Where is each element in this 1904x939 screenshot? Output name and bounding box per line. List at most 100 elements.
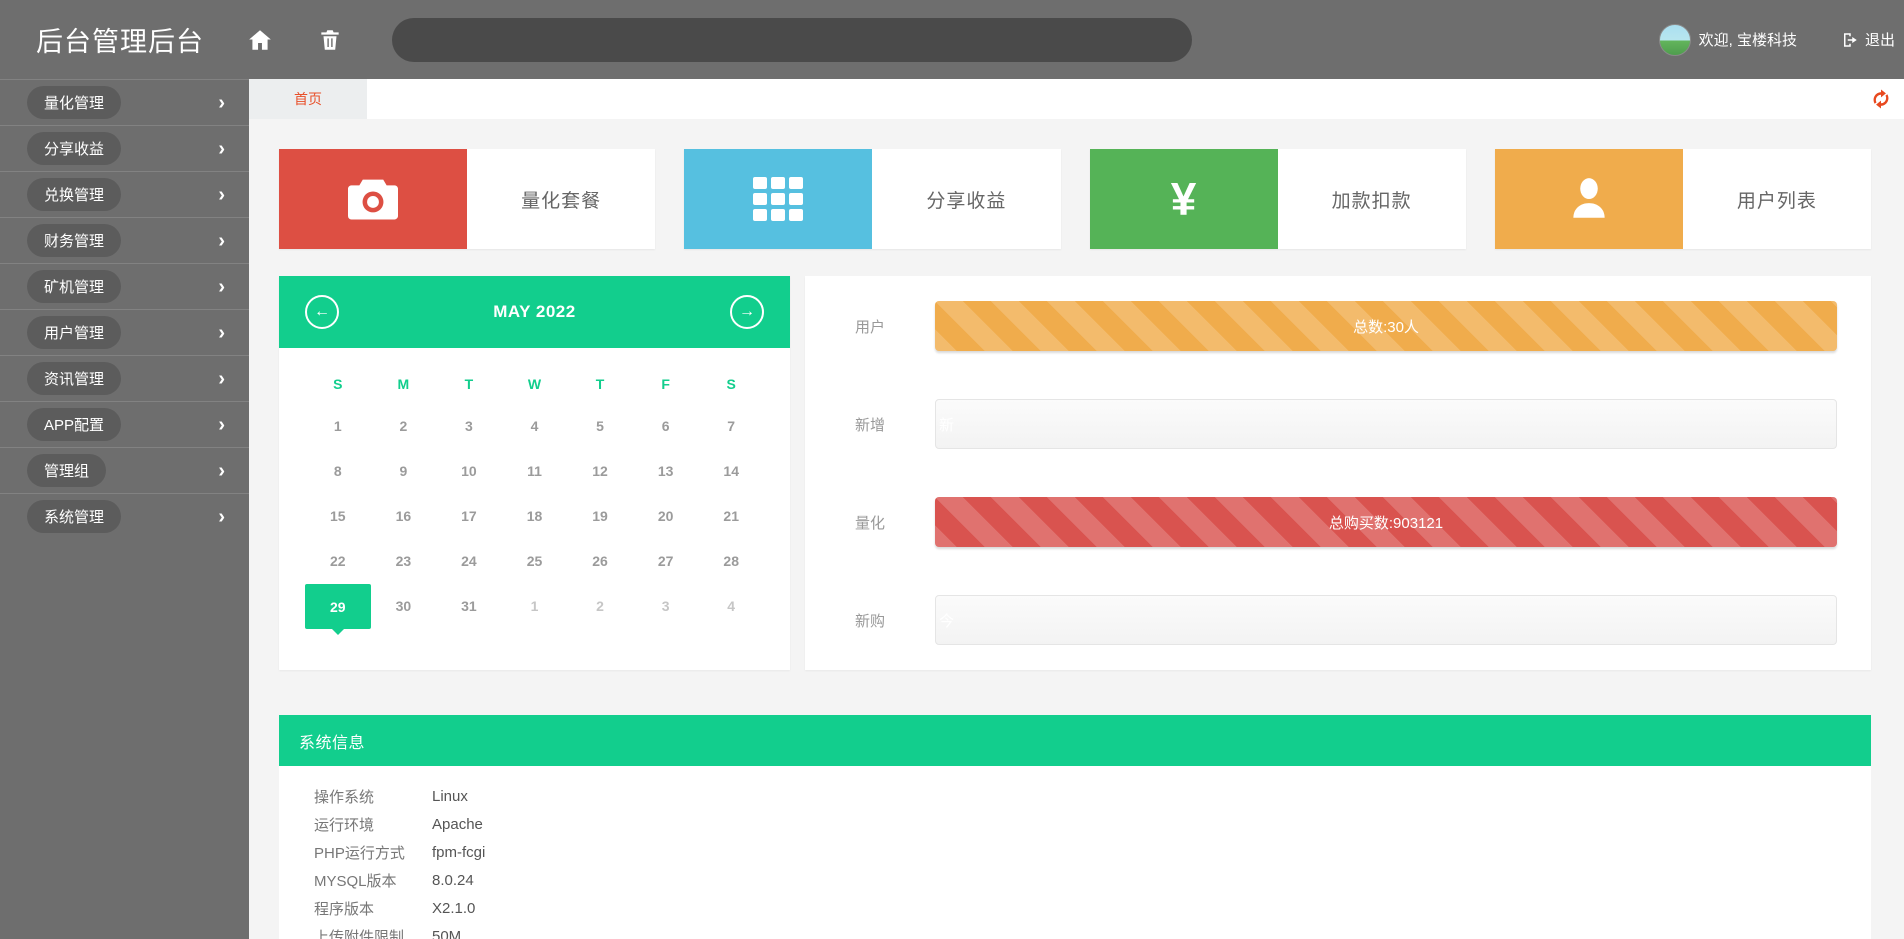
calendar-day[interactable]: 1 [502,584,568,629]
calendar-day[interactable]: 21 [698,494,764,539]
sidebar-item-label: 兑换管理 [27,178,121,211]
calendar-widget: ← MAY 2022 → SMTWTFS 1234567891011121314… [279,276,790,670]
calendar-day[interactable]: 22 [305,539,371,584]
calendar-day-name: M [371,376,437,392]
calendar-day[interactable]: 1 [305,404,371,449]
home-icon[interactable] [246,26,274,54]
logout-button[interactable]: 退出 [1841,29,1895,50]
calendar-day[interactable]: 19 [567,494,633,539]
calendar-grid: 1234567891011121314151617181920212223242… [279,404,790,629]
calendar-day[interactable]: 18 [502,494,568,539]
tab-bar: 首页 [249,79,1904,119]
sidebar-item[interactable]: 矿机管理› [0,263,249,309]
system-info-label: PHP运行方式 [314,842,432,863]
chevron-right-icon: › [218,139,225,159]
calendar-day[interactable]: 9 [371,449,437,494]
system-info-row: 操作系统Linux [279,782,1871,810]
sidebar-item[interactable]: 兑换管理 › [0,171,249,217]
calendar-day[interactable]: 6 [633,404,699,449]
sidebar-item[interactable]: 资讯管理› [0,355,249,401]
system-info-row: MYSQL版本8.0.24 [279,866,1871,894]
sidebar-item[interactable]: APP配置› [0,401,249,447]
calendar-title: MAY 2022 [493,302,575,322]
trash-icon[interactable] [316,26,344,54]
sidebar-item-label: 财务管理 [27,224,121,257]
sidebar: 量化管理›分享收益›兑换管理›财务管理›矿机管理›用户管理›资讯管理›APP配置… [0,79,249,939]
stat-card[interactable]: 量化套餐 [279,149,655,249]
stat-card[interactable]: ¥加款扣款 [1090,149,1466,249]
system-info-body: 操作系统Linux运行环境ApachePHP运行方式fpm-fcgiMYSQL版… [279,766,1871,939]
calendar-header: ← MAY 2022 → [279,276,790,348]
system-info-row: 上传附件限制50M [279,922,1871,939]
sidebar-item[interactable]: 管理组› [0,447,249,493]
calendar-day[interactable]: 31 [436,584,502,629]
calendar-prev-icon[interactable]: ← [305,295,339,329]
chevron-right-icon: › [218,231,225,251]
grid-icon-tile [684,149,872,249]
camera-icon-tile [279,149,467,249]
sidebar-item-label: APP配置 [27,408,121,441]
chevron-right-icon: › [218,507,225,527]
calendar-day[interactable]: 24 [436,539,502,584]
progress-ghost-text: 今 [936,610,960,631]
calendar-day[interactable]: 14 [698,449,764,494]
sidebar-item[interactable]: 分享收益› [0,125,249,171]
sidebar-item-label: 用户管理 [27,316,121,349]
progress-ghost-text: 新 [936,414,960,435]
calendar-day[interactable]: 2 [371,404,437,449]
calendar-day[interactable]: 11 [502,449,568,494]
calendar-day[interactable]: 20 [633,494,699,539]
stat-card[interactable]: 分享收益 [684,149,1060,249]
app-title: 后台管理后台 [36,20,204,59]
system-info-row: PHP运行方式fpm-fcgi [279,838,1871,866]
refresh-icon[interactable] [1870,88,1892,110]
system-info-value: X2.1.0 [432,900,475,917]
chevron-right-icon: › [218,93,225,113]
calendar-day[interactable]: 4 [502,404,568,449]
calendar-day[interactable]: 23 [371,539,437,584]
system-info-value: 50M [432,928,461,939]
calendar-day[interactable]: 2 [567,584,633,629]
stat-row: 新购今 [805,595,1837,645]
calendar-next-icon[interactable]: → [730,295,764,329]
calendar-day[interactable]: 29 [305,584,371,629]
grid-icon [753,177,803,221]
calendar-day[interactable]: 4 [698,584,764,629]
calendar-day[interactable]: 3 [436,404,502,449]
user-icon [1560,174,1618,224]
middle-row: ← MAY 2022 → SMTWTFS 1234567891011121314… [279,276,1871,670]
system-info-label: 程序版本 [314,898,432,919]
system-info-label: 运行环境 [314,814,432,835]
calendar-day[interactable]: 8 [305,449,371,494]
calendar-day[interactable]: 5 [567,404,633,449]
calendar-day[interactable]: 12 [567,449,633,494]
calendar-day[interactable]: 13 [633,449,699,494]
calendar-day-name: T [436,376,502,392]
calendar-day[interactable]: 3 [633,584,699,629]
sign-out-icon [1841,31,1859,49]
calendar-day[interactable]: 10 [436,449,502,494]
calendar-day[interactable]: 17 [436,494,502,539]
sidebar-item[interactable]: 财务管理 › [0,217,249,263]
page-content: 量化套餐分享收益¥加款扣款用户列表 ← MAY 2022 → SMTWTFS 1… [249,119,1904,939]
sidebar-item[interactable]: 系统管理› [0,493,249,539]
calendar-day[interactable]: 15 [305,494,371,539]
calendar-day[interactable]: 25 [502,539,568,584]
stat-card-label: 加款扣款 [1332,186,1412,213]
chevron-right-icon: › [218,185,225,205]
search-input[interactable] [392,18,1192,62]
avatar[interactable] [1659,24,1691,56]
stat-card[interactable]: 用户列表 [1495,149,1871,249]
chevron-right-icon: › [218,323,225,343]
calendar-day[interactable]: 26 [567,539,633,584]
sidebar-item[interactable]: 量化管理› [0,79,249,125]
calendar-day[interactable]: 16 [371,494,437,539]
sidebar-item[interactable]: 用户管理 › [0,309,249,355]
calendar-day[interactable]: 27 [633,539,699,584]
tab-home[interactable]: 首页 [249,79,367,119]
progress-bar-text: 总购买数:903121 [1329,512,1443,533]
calendar-day[interactable]: 28 [698,539,764,584]
calendar-day[interactable]: 7 [698,404,764,449]
calendar-day-name: S [305,376,371,392]
calendar-day[interactable]: 30 [371,584,437,629]
